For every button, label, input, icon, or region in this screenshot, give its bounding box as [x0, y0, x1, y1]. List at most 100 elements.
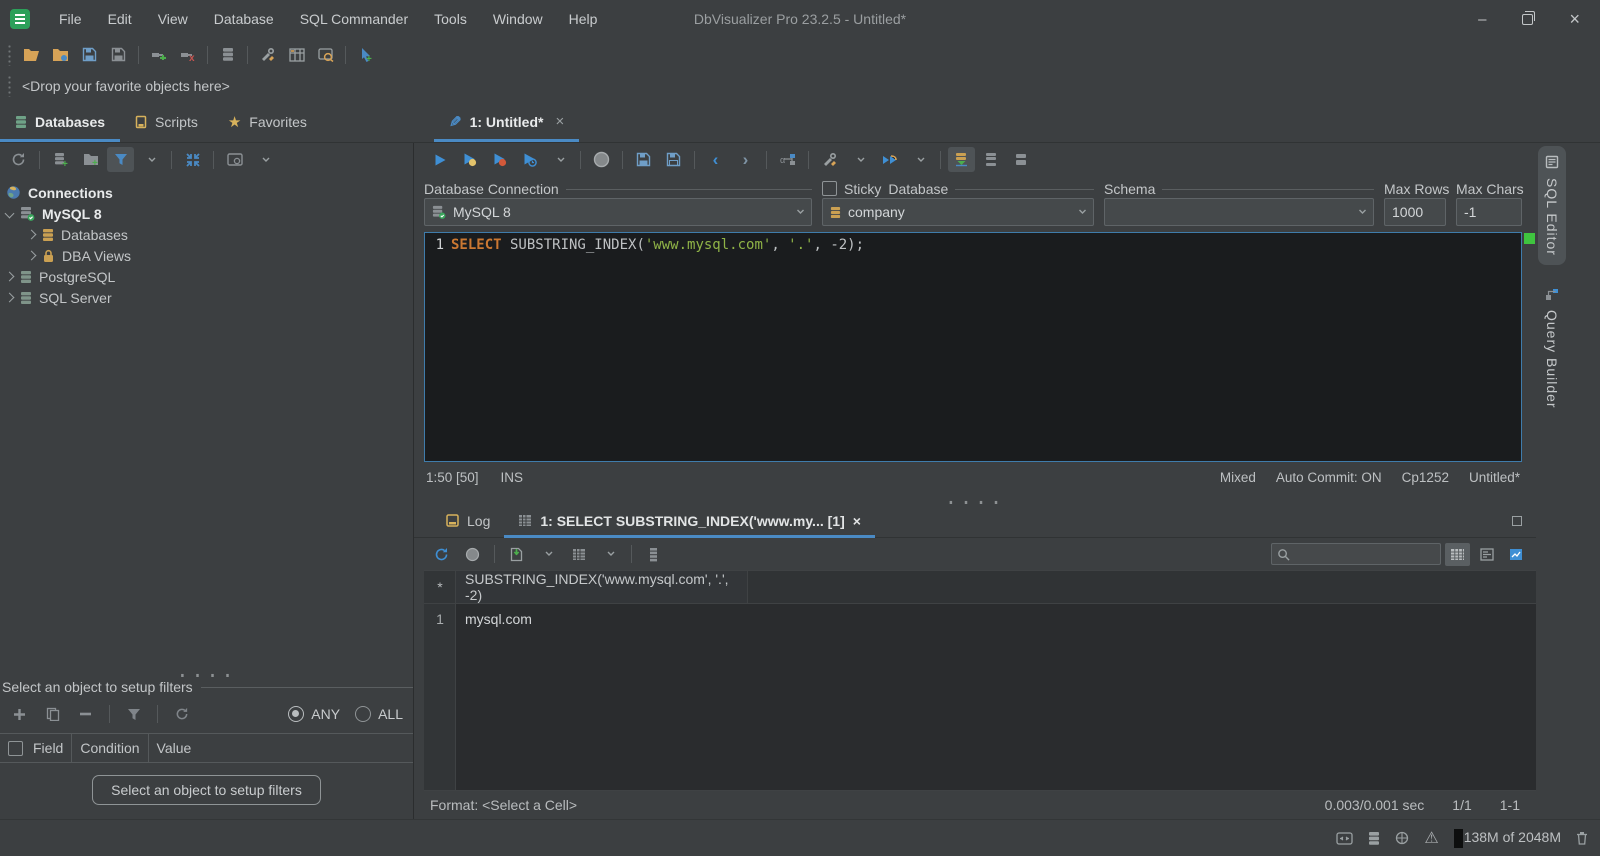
show-results-button[interactable] — [1008, 147, 1035, 172]
save-button[interactable] — [76, 42, 103, 67]
filter-dropdown-button[interactable] — [137, 147, 164, 172]
side-tab-query-builder[interactable]: Query Builder — [1538, 279, 1566, 418]
toolbar-grip[interactable] — [7, 43, 12, 66]
editor-save-button[interactable] — [630, 147, 657, 172]
menu-edit[interactable]: Edit — [95, 0, 145, 38]
disconnect-button[interactable]: x — [174, 42, 201, 67]
visual-query-button[interactable]: α — [774, 147, 801, 172]
connection-select[interactable]: MySQL 8 — [424, 198, 812, 226]
history-back-button[interactable]: ‹ — [702, 147, 729, 172]
result-splitter-handle[interactable]: .... — [414, 487, 1536, 507]
memory-indicator[interactable]: 138M of 2048M — [1453, 828, 1561, 848]
grid-view-button[interactable] — [1445, 542, 1470, 566]
tree-item-databases[interactable]: Databases — [26, 224, 413, 245]
side-tab-sql-editor[interactable]: SQL Editor — [1538, 146, 1566, 265]
execute-current-button[interactable] — [456, 147, 483, 172]
minimize-button[interactable]: – — [1478, 11, 1486, 28]
open-file-button[interactable] — [18, 42, 45, 67]
grid-column-header[interactable]: SUBSTRING_INDEX('www.mysql.com', '.', -2… — [456, 571, 748, 603]
expander-right-icon[interactable] — [4, 292, 15, 303]
show-split-button[interactable] — [978, 147, 1005, 172]
sticky-checkbox[interactable] — [822, 180, 837, 196]
tab-result-set[interactable]: 1: SELECT SUBSTRING_INDEX('www.my... [1]… — [504, 504, 875, 538]
filter-tree-button[interactable] — [107, 147, 134, 172]
connection-monitor-icon[interactable] — [1336, 831, 1354, 845]
sql-code-editor[interactable]: 1 SELECT SUBSTRING_INDEX('www.mysql.com',… — [424, 232, 1535, 462]
grid-data-row[interactable]: 1 mysql.com — [424, 604, 1536, 634]
max-chars-input[interactable]: -1 — [1456, 198, 1522, 226]
menu-database[interactable]: Database — [201, 0, 287, 38]
grid-cell-value[interactable]: mysql.com — [456, 604, 532, 634]
refresh-tree-button[interactable] — [5, 147, 32, 172]
skip-to-dropdown[interactable] — [906, 147, 933, 172]
collapse-all-button[interactable] — [179, 147, 206, 172]
favorites-grip[interactable] — [7, 75, 12, 97]
tab-favorites[interactable]: ★ Favorites — [213, 101, 322, 142]
copy-filter-button[interactable] — [39, 702, 66, 727]
stop-button[interactable] — [588, 147, 615, 172]
encoding[interactable]: Cp1252 — [1402, 470, 1449, 485]
create-folder-button[interactable]: + — [77, 147, 104, 172]
expander-right-icon[interactable] — [4, 271, 15, 282]
history-forward-button[interactable]: › — [732, 147, 759, 172]
tool-properties-button[interactable] — [254, 42, 281, 67]
all-radio[interactable] — [355, 706, 372, 722]
result-search-input[interactable] — [1271, 543, 1441, 565]
format-selector[interactable]: Format: <Select a Cell> — [430, 797, 577, 813]
filter-select-all-checkbox[interactable] — [8, 740, 23, 756]
menu-window[interactable]: Window — [480, 0, 556, 38]
splitter-handle[interactable]: .... — [0, 660, 413, 680]
tab-close-icon[interactable]: × — [853, 513, 861, 529]
menu-help[interactable]: Help — [556, 0, 611, 38]
tab-sql-editor-untitled[interactable]: ✎ 1: Untitled* × — [434, 101, 580, 142]
sql-commander-button[interactable] — [214, 42, 241, 67]
grid-corner-cell[interactable]: * — [424, 571, 456, 603]
object-view-dropdown[interactable] — [251, 147, 278, 172]
form-view-button[interactable] — [1474, 543, 1499, 566]
menu-sql-commander[interactable]: SQL Commander — [287, 0, 421, 38]
tree-item-dba-views[interactable]: DBA Views — [26, 245, 413, 266]
database-select[interactable]: company — [822, 198, 1094, 226]
expander-down-icon[interactable] — [4, 208, 15, 219]
remove-filter-button[interactable] — [72, 702, 99, 727]
grid-options-button[interactable] — [565, 542, 592, 567]
add-filter-button[interactable] — [6, 702, 33, 727]
stop-result-button[interactable] — [459, 542, 486, 567]
tree-item-mysql8[interactable]: MySQL 8 — [4, 203, 413, 224]
restore-button[interactable] — [1522, 10, 1536, 25]
schema-select[interactable] — [1104, 198, 1374, 226]
table-data-button[interactable] — [283, 42, 310, 67]
connect-button[interactable]: + — [145, 42, 172, 67]
apply-filter-button[interactable] — [120, 702, 147, 727]
max-rows-input[interactable]: 1000 — [1384, 198, 1446, 226]
database-status-icon[interactable] — [1368, 831, 1380, 846]
expander-right-icon[interactable] — [26, 250, 37, 261]
execute-button[interactable] — [426, 147, 453, 172]
warning-icon[interactable]: ⚠ — [1424, 828, 1438, 848]
tree-item-sql-server[interactable]: SQL Server — [4, 287, 413, 308]
grid-options-dropdown[interactable] — [596, 542, 623, 567]
menu-view[interactable]: View — [145, 0, 201, 38]
menu-tools[interactable]: Tools — [421, 0, 480, 38]
setup-filters-button[interactable]: Select an object to setup filters — [92, 775, 321, 805]
show-editor-button[interactable] — [948, 147, 975, 172]
execute-explain-button[interactable] — [516, 147, 543, 172]
maximize-panel-icon[interactable] — [1512, 515, 1522, 526]
garbage-collect-icon[interactable] — [1576, 831, 1588, 845]
sql-tools-dropdown[interactable] — [846, 147, 873, 172]
export-result-button[interactable] — [503, 542, 530, 567]
save-as-button[interactable] — [105, 42, 132, 67]
rerun-query-button[interactable] — [428, 542, 455, 567]
tree-item-postgresql[interactable]: PostgreSQL — [4, 266, 413, 287]
object-view-button[interactable] — [221, 147, 248, 172]
execute-dropdown[interactable] — [546, 147, 573, 172]
execute-buffer-button[interactable] — [486, 147, 513, 172]
export-dropdown[interactable] — [534, 542, 561, 567]
any-radio[interactable] — [288, 706, 305, 722]
tree-item-connections[interactable]: Connections — [6, 182, 413, 203]
chart-view-button[interactable] — [1503, 543, 1528, 566]
expander-right-icon[interactable] — [26, 229, 37, 240]
close-button[interactable]: × — [1569, 9, 1580, 30]
refresh-filter-button[interactable] — [168, 702, 195, 727]
line-endings[interactable]: Mixed — [1220, 470, 1256, 485]
